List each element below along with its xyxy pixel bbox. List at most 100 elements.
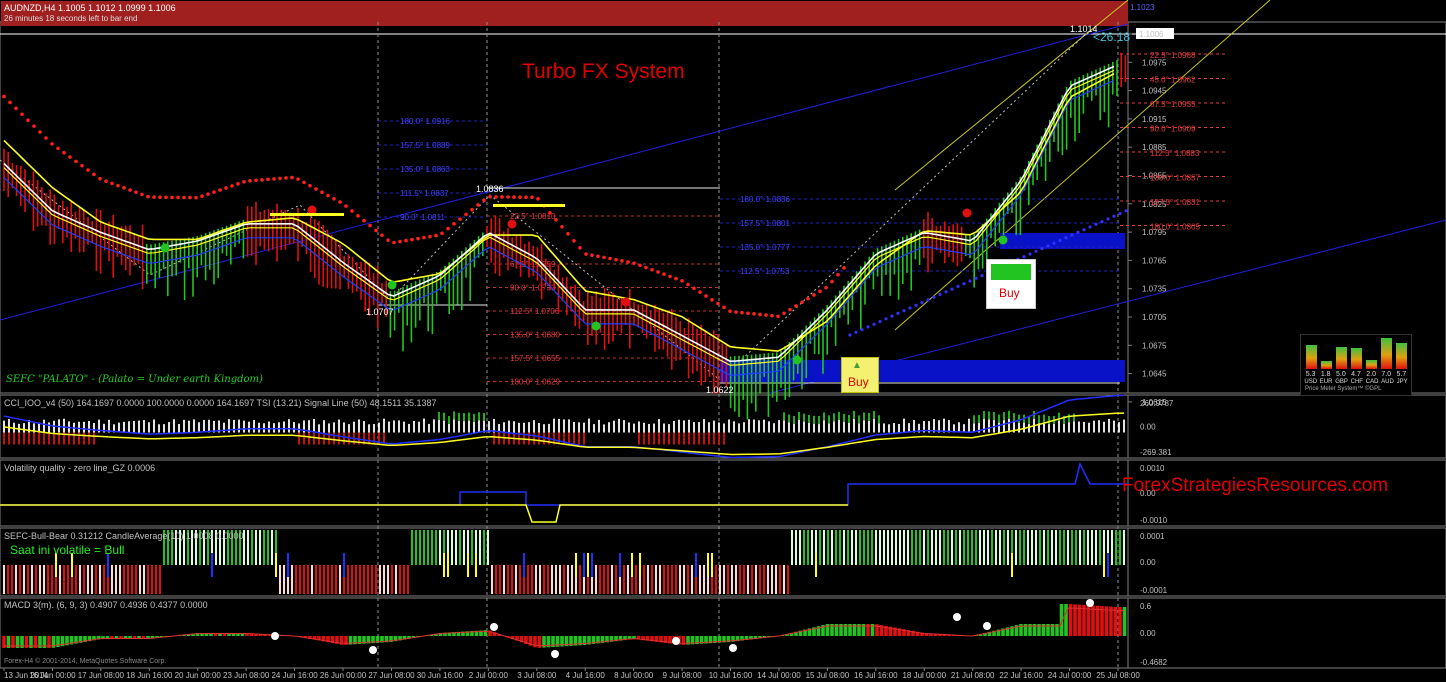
pm-value: 5.3 xyxy=(1305,371,1316,378)
trailing-stop-dot-blue xyxy=(1112,214,1116,218)
time-tick: 3 Jul 08:00 xyxy=(517,671,557,680)
trailing-stop-dot-blue xyxy=(902,309,906,313)
trailing-stop-dot xyxy=(386,238,390,242)
trailing-stop-dot xyxy=(698,290,702,294)
trailing-stop-dot xyxy=(380,233,384,238)
fib-label-right: 90.0° 1.0909 xyxy=(1150,125,1196,134)
cci-pane-label: CCI_IOO_v4 (50) 164.1697 0.0000 100.0000… xyxy=(4,398,437,408)
trailing-stop-dot xyxy=(812,293,816,297)
trailing-stop-dot xyxy=(236,182,240,186)
trailing-stop-dot xyxy=(494,195,498,199)
trailing-stop-dot xyxy=(56,146,60,151)
trailing-stop-dot xyxy=(746,311,750,316)
trailing-stop-dot xyxy=(674,276,678,281)
trailing-stop-dot-blue xyxy=(938,292,942,297)
trailing-stop-dot xyxy=(638,263,642,268)
low-price-label-2: 1.0622 xyxy=(706,385,734,395)
trailing-stop-dot-blue xyxy=(848,333,852,337)
trailing-stop-dot xyxy=(140,192,144,197)
trailing-stop-dot xyxy=(824,285,828,290)
price-meter-bars xyxy=(1303,335,1409,371)
price-meter-values: 5.3 1.8 5.0 4.7 2.0 7.0 5.7 xyxy=(1303,371,1409,378)
trailing-stop-dot xyxy=(176,195,180,200)
indicator-title: SEFC "PALATO" - (Palato = Under earth Ki… xyxy=(6,374,263,385)
macd-cross-dot xyxy=(672,637,680,645)
trailing-stop-dot-blue xyxy=(1124,209,1128,213)
pm-value: 5.0 xyxy=(1335,371,1346,378)
trailing-stop-dot xyxy=(332,196,336,201)
trailing-stop-dot xyxy=(194,195,198,200)
trailing-stop-dot xyxy=(86,168,90,172)
trailing-stop-dot xyxy=(476,203,480,207)
trailing-stop-dot xyxy=(422,235,426,240)
time-tick: 26 Jun 00:00 xyxy=(320,671,367,680)
trailing-stop-dot xyxy=(488,195,492,199)
pm-ccy: JPY xyxy=(1396,379,1408,385)
price-tick: 1.0645 xyxy=(1142,370,1167,379)
chart-window: 1.10061.09751.09451.09151.08851.08551.08… xyxy=(0,0,1446,682)
trailing-stop-dot-blue xyxy=(974,276,978,280)
time-tick: 4 Jul 16:00 xyxy=(566,671,606,680)
trailing-stop-dot xyxy=(752,312,756,316)
trailing-stop-dot-blue xyxy=(1076,230,1080,234)
trailing-stop-dot-blue xyxy=(896,311,900,315)
trailing-stop-dot xyxy=(632,261,636,265)
trailing-stop-dot xyxy=(404,238,408,243)
pm-value: 7.0 xyxy=(1381,371,1392,378)
trailing-stop-dot xyxy=(98,176,102,181)
trailing-stop-dot xyxy=(398,239,402,244)
trailing-stop-dot xyxy=(284,176,288,180)
level-yellow-2 xyxy=(493,204,565,207)
copyright: Forex-H4 © 2001-2014, MetaQuotes Softwar… xyxy=(4,658,167,665)
trailing-stop-dot xyxy=(506,195,510,199)
swing-marker xyxy=(792,355,802,365)
pm-ccy: CHF xyxy=(1350,379,1363,385)
trailing-stop-dot xyxy=(620,259,624,263)
subpane-tick: -0.4682 xyxy=(1140,658,1168,667)
buy-signal-box-1[interactable]: ▲ Buy xyxy=(841,357,879,393)
chart-canvas[interactable]: 1.10061.09751.09451.09151.08851.08551.08… xyxy=(0,0,1446,682)
buy-signal-box-2[interactable]: Buy xyxy=(986,259,1036,309)
pm-value: 1.8 xyxy=(1320,371,1331,378)
swing-marker xyxy=(387,280,397,290)
trailing-stop-dot-blue xyxy=(956,284,960,288)
trailing-stop-dot xyxy=(572,238,576,243)
trailing-stop-dot xyxy=(806,296,810,301)
trailing-stop-dot xyxy=(218,188,222,192)
trailing-stop-dot-blue xyxy=(944,290,948,294)
trailing-stop-dot xyxy=(116,183,120,188)
symbol-header: AUDNZD,H4 1.1005 1.1012 1.0999 1.1006 xyxy=(4,3,176,13)
time-tick: 15 Jul 08:00 xyxy=(806,671,850,680)
trailing-stop-dot-blue xyxy=(908,306,912,310)
bb-pane-label: SEFC-Bull-Bear 0.31212 CandleAverage(10)… xyxy=(4,531,244,541)
fib-label-left-blue: 135.0° 1.0863 xyxy=(400,165,450,174)
trailing-stop-dot xyxy=(560,224,564,229)
pm-ccy: GBP xyxy=(1335,379,1348,385)
fib-label-right: 67.5° 1.0935 xyxy=(1150,100,1196,109)
pm-ccy: USD xyxy=(1304,379,1318,385)
price-meter-bar xyxy=(1351,347,1362,369)
trailing-stop-dot-blue xyxy=(878,319,882,324)
fib-label-mid-blue: 112.5° 1.0753 xyxy=(740,267,790,276)
swing-marker xyxy=(591,321,601,331)
trailing-stop-dot-blue xyxy=(1064,236,1068,240)
trailing-stop-dot-blue xyxy=(920,301,924,305)
fib-label-right: 22.5° 1.0988 xyxy=(1150,51,1196,60)
trailing-stop-dot xyxy=(830,279,834,284)
trailing-stop-dot-blue xyxy=(1058,238,1062,243)
arrow-up-icon: ▲ xyxy=(852,360,862,371)
trailing-stop-dot-blue xyxy=(914,303,918,307)
fib-label-right: 180.0° 1.0805 xyxy=(1150,223,1200,232)
watermark: ForexStrategiesResources.com xyxy=(1122,475,1389,496)
fib-label-right: 135.0° 1.0857 xyxy=(1150,174,1200,183)
trailing-stop-dot xyxy=(710,297,714,302)
trailing-stop-dot-blue xyxy=(1082,228,1086,232)
trailing-stop-dot-blue xyxy=(926,298,930,302)
time-tick: 22 Jul 16:00 xyxy=(999,671,1043,680)
trailing-stop-dot xyxy=(368,223,372,228)
trailing-stop-dot xyxy=(44,136,48,140)
trailing-stop-dot xyxy=(2,94,6,99)
price-meter-bar xyxy=(1366,360,1377,369)
trailing-stop-dot xyxy=(524,195,528,200)
trailing-stop-dot xyxy=(302,180,306,185)
